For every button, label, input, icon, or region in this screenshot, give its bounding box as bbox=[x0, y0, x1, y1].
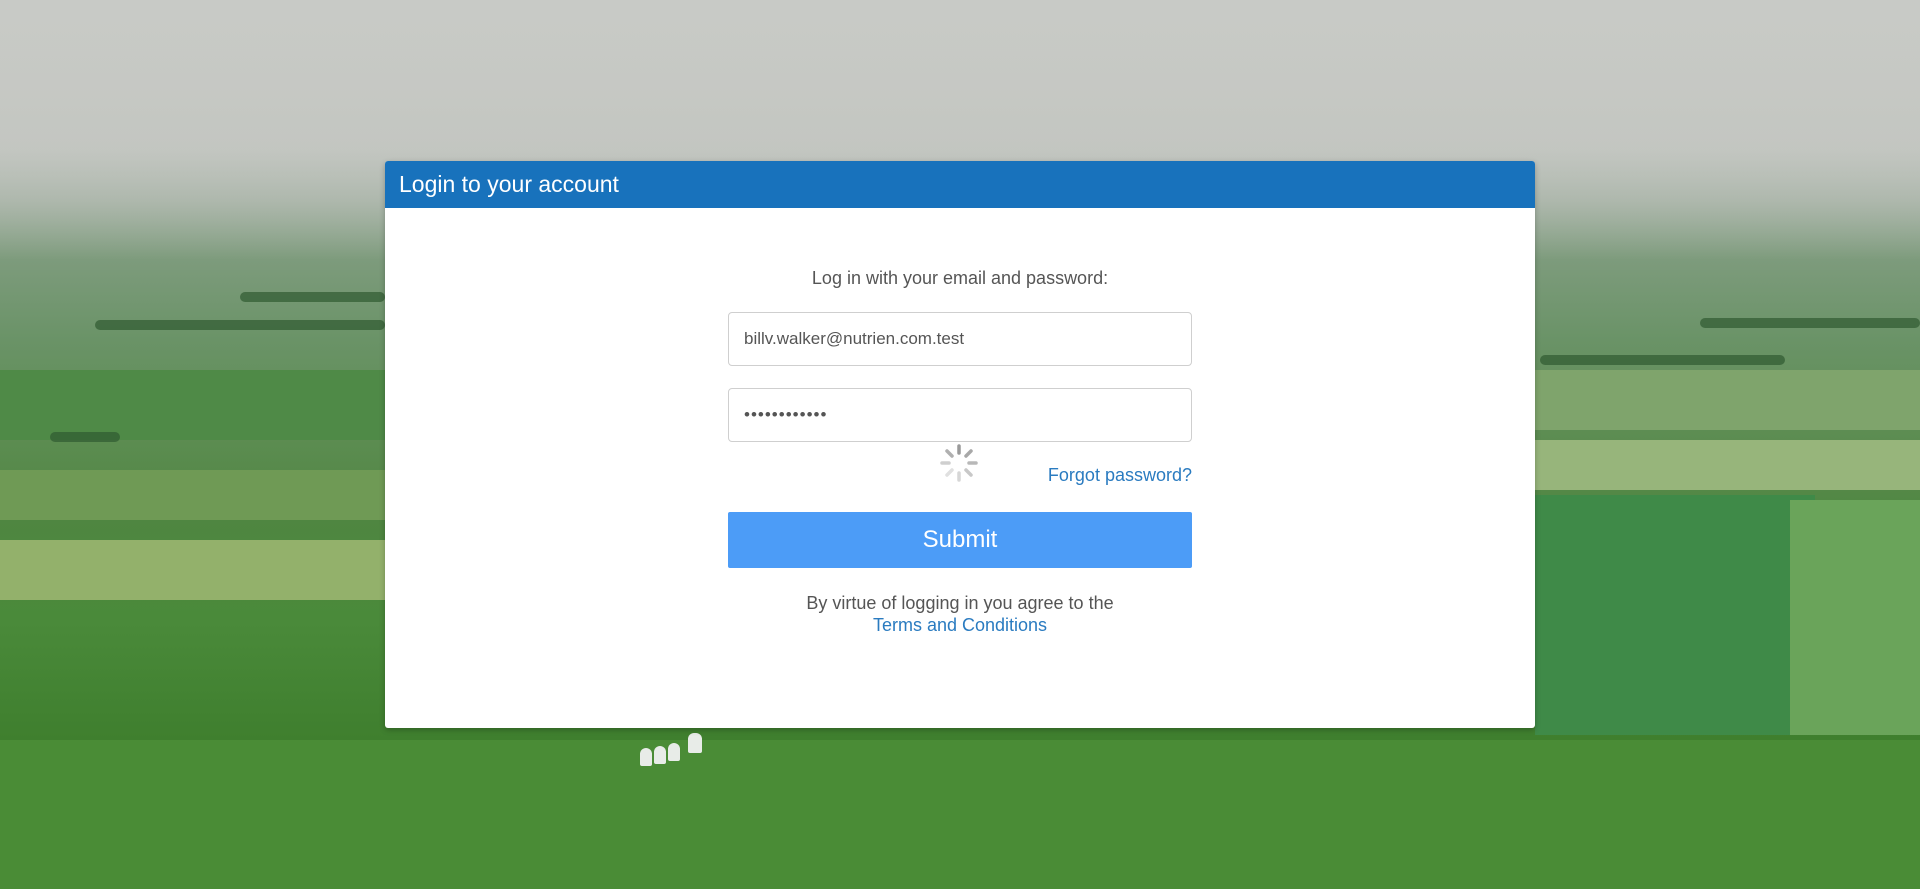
password-row-extras: Forgot password? bbox=[728, 442, 1192, 512]
tree-line bbox=[50, 432, 120, 442]
login-form: Log in with your email and password: For… bbox=[728, 208, 1192, 636]
tree-line bbox=[1540, 355, 1785, 365]
silo bbox=[668, 743, 680, 761]
tree-line bbox=[240, 292, 385, 302]
email-field[interactable] bbox=[728, 312, 1192, 366]
dialog-title: Login to your account bbox=[385, 161, 1535, 208]
terms-notice: By virtue of logging in you agree to the… bbox=[728, 592, 1192, 636]
password-field[interactable] bbox=[728, 388, 1192, 442]
tree-line bbox=[95, 320, 385, 330]
submit-button[interactable]: Submit bbox=[728, 512, 1192, 568]
loading-spinner-icon bbox=[940, 444, 978, 482]
tree-line bbox=[1700, 318, 1920, 328]
field-patch bbox=[1535, 440, 1920, 490]
silo bbox=[640, 748, 652, 766]
silo bbox=[654, 746, 666, 764]
field-patch bbox=[1790, 500, 1920, 735]
terms-text: By virtue of logging in you agree to the bbox=[806, 593, 1114, 613]
login-prompt: Log in with your email and password: bbox=[811, 268, 1109, 288]
field-patch bbox=[0, 540, 385, 600]
field-patch bbox=[0, 370, 385, 440]
forgot-password-link[interactable]: Forgot password? bbox=[1048, 465, 1192, 486]
field-patch bbox=[0, 740, 1920, 889]
field-patch bbox=[1535, 370, 1920, 430]
field-patch bbox=[1535, 495, 1815, 735]
field-patch bbox=[0, 470, 385, 520]
terms-link[interactable]: Terms and Conditions bbox=[873, 615, 1047, 635]
silo bbox=[688, 733, 702, 753]
login-dialog: Login to your account Log in with your e… bbox=[385, 161, 1535, 728]
